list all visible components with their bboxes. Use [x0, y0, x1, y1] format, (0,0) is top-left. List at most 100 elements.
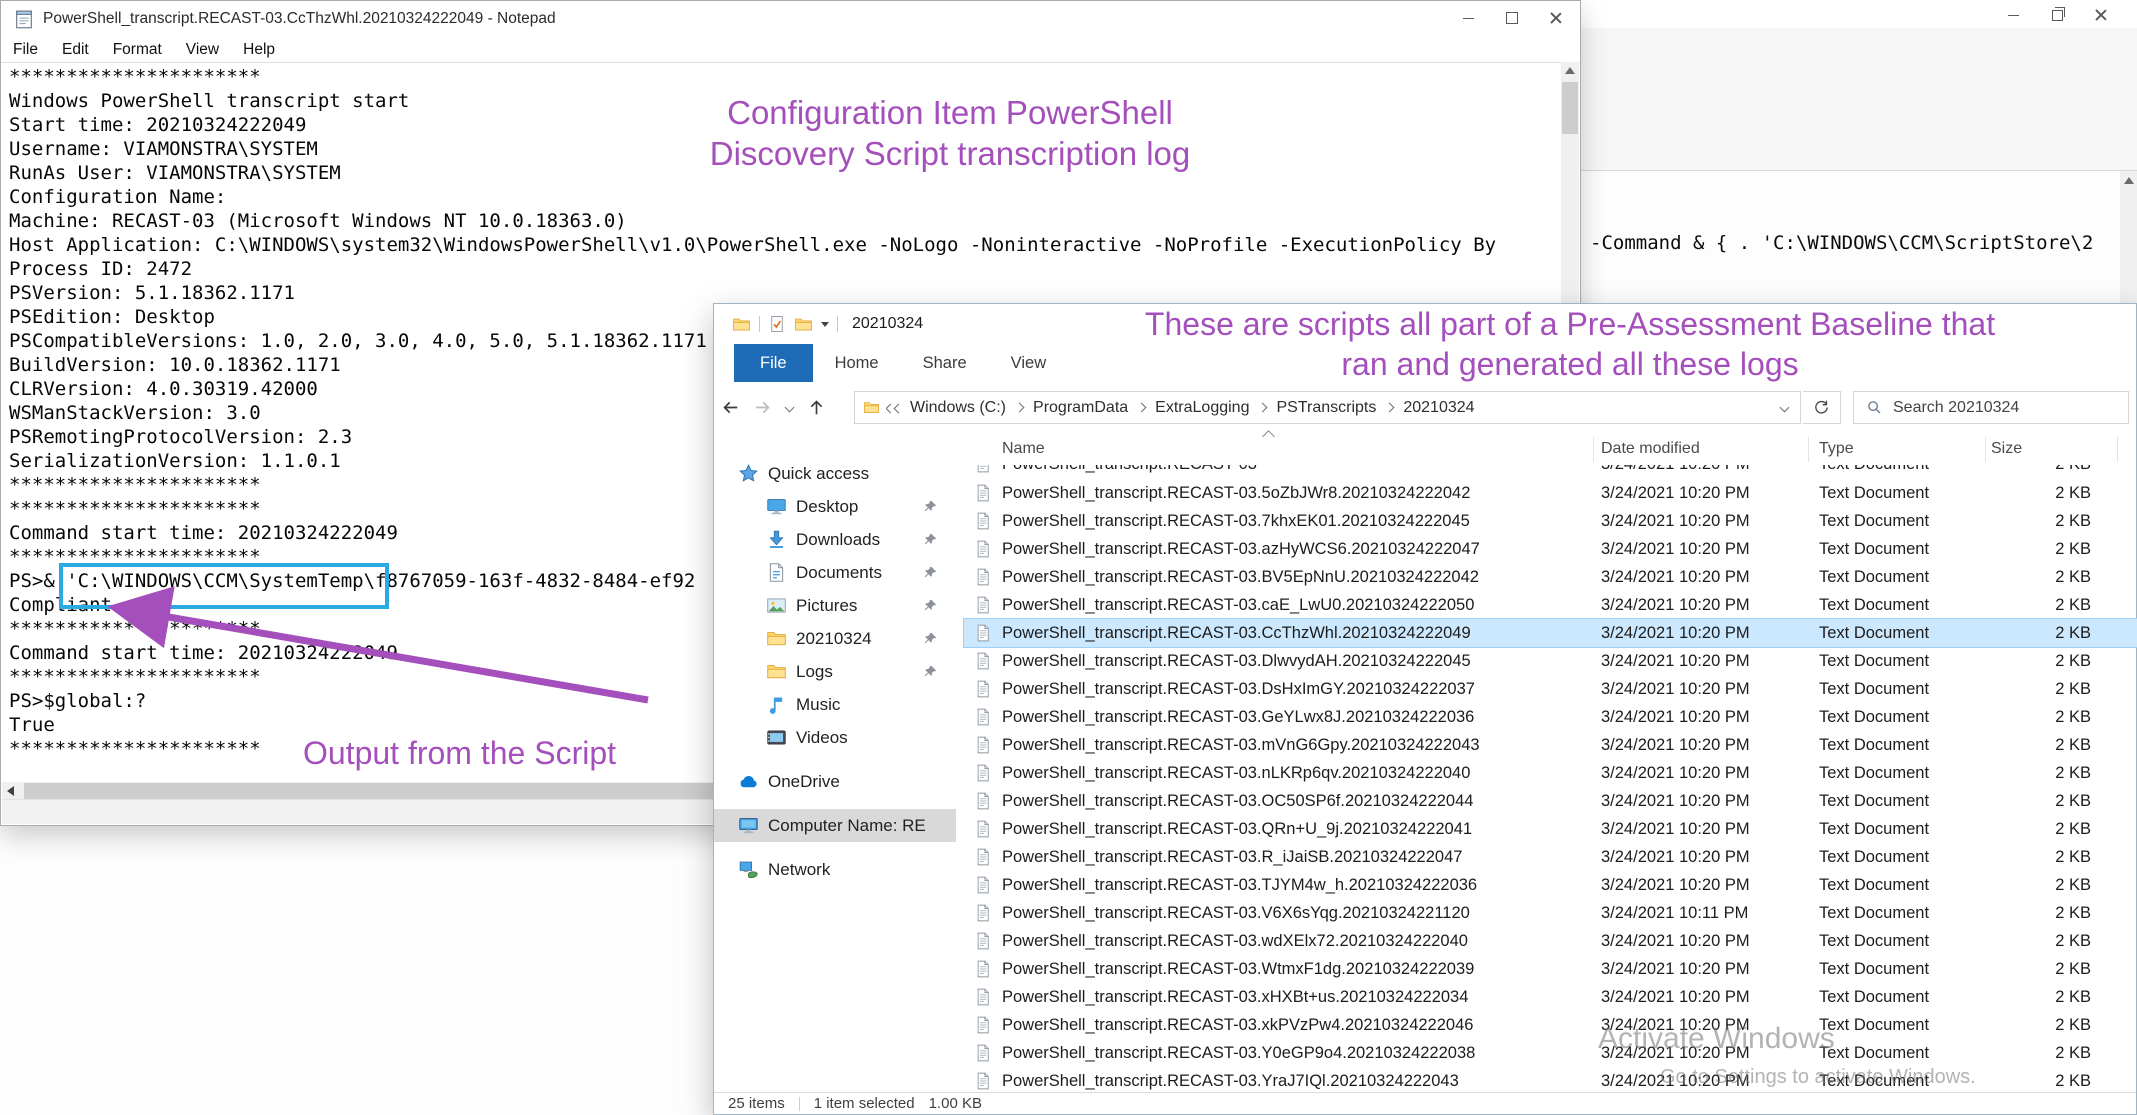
tab-home[interactable]: Home [813, 344, 901, 382]
sidebar-item-music[interactable]: Music [714, 688, 956, 721]
annotation-line: ran and generated all these logs [1080, 344, 2060, 384]
file-row[interactable]: PowerShell_transcript.RECAST-03.R_iJaiSB… [964, 843, 2137, 871]
sidebar-item-desktop[interactable]: Desktop [714, 490, 956, 523]
file-name: PowerShell_transcript.RECAST-03.mVnG6Gpy… [1002, 731, 1480, 759]
column-header-size[interactable]: Size [1991, 440, 2022, 458]
bg-restore-button[interactable] [2035, 2, 2079, 28]
file-row[interactable]: PowerShell_transcript.RECAST-03.mVnG6Gpy… [964, 731, 2137, 759]
screen: -Command & { . 'C:\WINDOWS\CCM\ScriptSto… [0, 0, 2137, 1115]
sidebar-item-20210324[interactable]: 20210324 [714, 622, 956, 655]
file-row[interactable]: PowerShell_transcript.RECAST-03.TJYM4w_h… [964, 871, 2137, 899]
scroll-up-icon [2124, 177, 2134, 184]
file-row[interactable]: PowerShell_transcript.RECAST-03.Y0eGP9o4… [964, 1039, 2137, 1067]
file-row[interactable]: PowerShell_transcript.RECAST-03.WtmxF1dg… [964, 955, 2137, 983]
file-row[interactable]: PowerShell_transcript.RECAST-03.DlwvydAH… [964, 647, 2137, 675]
file-row[interactable]: PowerShell_transcript.RECAST-03.OC50SP6f… [964, 787, 2137, 815]
forward-button[interactable] [746, 398, 778, 417]
file-row[interactable]: PowerShell_transcript.RECAST-03.xHXBt+us… [964, 983, 2137, 1011]
scrollbar-thumb[interactable] [1562, 82, 1578, 134]
chevron-right-icon[interactable] [1137, 403, 1147, 413]
sidebar-item-network[interactable]: Network [714, 853, 956, 886]
file-row[interactable]: PowerShell_transcript.RECAST-03.wdXElx72… [964, 927, 2137, 955]
sidebar-item-videos[interactable]: Videos [714, 721, 956, 754]
recent-locations-button[interactable] [778, 404, 800, 411]
breadcrumb-20210324[interactable]: 20210324 [1397, 399, 1480, 417]
file-row[interactable]: PowerShell_transcript.RECAST-03.QRn+U_9j… [964, 815, 2137, 843]
breadcrumb-pstranscripts[interactable]: PSTranscripts [1270, 399, 1382, 417]
menu-view[interactable]: View [174, 41, 231, 59]
chevron-right-icon[interactable] [1385, 403, 1395, 413]
file-row-content: PowerShell_transcript.RECAST-03.DsHxImGY… [964, 675, 2137, 703]
tab-share[interactable]: Share [901, 344, 989, 382]
background-vertical-scrollbar[interactable] [2120, 171, 2137, 303]
sidebar-item-logs[interactable]: Logs [714, 655, 956, 688]
address-bar[interactable]: Windows (C:) ProgramData ExtraLogging PSTra… [854, 391, 1801, 424]
text-document-icon [974, 1071, 992, 1091]
menu-edit[interactable]: Edit [50, 41, 101, 59]
notepad-maximize-button[interactable] [1490, 5, 1534, 31]
sidebar-item-documents[interactable]: Documents [714, 556, 956, 589]
notepad-close-button[interactable] [1534, 5, 1578, 31]
properties-icon[interactable] [768, 315, 786, 333]
column-divider[interactable] [1808, 437, 1809, 462]
new-folder-icon[interactable] [794, 315, 813, 334]
chevron-right-icon[interactable] [1015, 403, 1025, 413]
file-row[interactable]: PowerShell_transcript.RECAST-03.BV5EpNnU… [964, 563, 2137, 591]
search-input[interactable]: Search 20210324 [1853, 391, 2129, 424]
sidebar-item-downloads[interactable]: Downloads [714, 523, 956, 556]
notepad-minimize-button[interactable] [1446, 5, 1490, 31]
column-divider[interactable] [1985, 437, 1986, 462]
maximize-icon [1506, 12, 1518, 24]
column-divider[interactable] [1593, 437, 1594, 462]
column-divider[interactable] [2117, 437, 2118, 462]
sidebar-item-pictures[interactable]: Pictures [714, 589, 956, 622]
breadcrumb-programdata[interactable]: ProgramData [1027, 399, 1134, 417]
tab-file[interactable]: File [734, 344, 813, 382]
file-row[interactable]: PowerShell_transcript.RECAST-03.caE_LwU0… [964, 591, 2137, 619]
text-document-icon [974, 903, 992, 923]
quick-access-toolbar-dropdown-icon[interactable] [821, 322, 829, 327]
breadcrumb-extralogging[interactable]: ExtraLogging [1149, 399, 1255, 417]
column-header-type[interactable]: Type [1819, 440, 1854, 458]
file-row-content: PowerShell_transcript.RECAST-03.DlwvydAH… [964, 647, 2137, 675]
file-row[interactable]: PowerShell_transcript.RECAST-03.xkPVzPw4… [964, 1011, 2137, 1039]
file-row-partial[interactable]: PowerShell_transcript.RECAST-033/24/2021… [964, 465, 2137, 479]
file-name: PowerShell_transcript.RECAST-03.nLKRp6qv… [1002, 759, 1470, 787]
bg-minimize-button[interactable] [1991, 2, 2035, 28]
file-size: 2 KB [2055, 675, 2091, 703]
file-row[interactable]: PowerShell_transcript.RECAST-03.GeYLwx8J… [964, 703, 2137, 731]
file-date-modified: 3/24/2021 10:20 PM [1601, 787, 1750, 815]
selection-size: 1.00 KB [929, 1095, 982, 1112]
annotation-line: Configuration Item PowerShell [600, 92, 1300, 133]
cloud-icon [738, 771, 759, 792]
arrow-up-icon [807, 398, 826, 417]
back-button[interactable] [714, 398, 746, 417]
file-row[interactable]: PowerShell_transcript.RECAST-03.nLKRp6qv… [964, 759, 2137, 787]
file-type: Text Document [1819, 465, 1929, 478]
file-row[interactable]: PowerShell_transcript.RECAST-03.V6X6sYqg… [964, 899, 2137, 927]
file-date-modified: 3/24/2021 10:20 PM [1601, 619, 1750, 647]
file-row[interactable]: PowerShell_transcript.RECAST-03.DsHxImGY… [964, 675, 2137, 703]
menu-file[interactable]: File [11, 41, 50, 59]
column-header-date-modified[interactable]: Date modified [1601, 440, 1700, 458]
sidebar-item-onedrive[interactable]: OneDrive [714, 765, 956, 798]
column-header-name[interactable]: Name [1002, 440, 1045, 458]
bg-close-button[interactable] [2079, 2, 2123, 28]
menu-format[interactable]: Format [101, 41, 174, 59]
tab-view[interactable]: View [989, 344, 1068, 382]
up-button[interactable] [800, 398, 832, 417]
breadcrumb-windows-c[interactable]: Windows (C:) [904, 399, 1012, 417]
file-date-modified: 3/24/2021 10:20 PM [1601, 479, 1750, 507]
chevron-right-icon[interactable] [1258, 403, 1268, 413]
file-row[interactable]: PowerShell_transcript.RECAST-03.azHyWCS6… [964, 535, 2137, 563]
refresh-button[interactable] [1803, 391, 1841, 424]
address-dropdown-icon[interactable] [1780, 403, 1790, 413]
explorer-sidebar: Quick accessDesktopDownloadsDocumentsPic… [714, 444, 956, 1093]
sidebar-item-computer-name-re[interactable]: Computer Name: RE [714, 809, 956, 842]
menu-help[interactable]: Help [231, 41, 287, 59]
file-row[interactable]: PowerShell_transcript.RECAST-03.CcThzWhl… [964, 619, 2137, 647]
file-row[interactable]: PowerShell_transcript.RECAST-03.5oZbJWr8… [964, 479, 2137, 507]
file-row[interactable]: PowerShell_transcript.RECAST-03.7khxEK01… [964, 507, 2137, 535]
sidebar-item-quick-access[interactable]: Quick access [714, 457, 956, 490]
notepad-titlebar[interactable]: PowerShell_transcript.RECAST-03.CcThzWhl… [1, 1, 1580, 37]
